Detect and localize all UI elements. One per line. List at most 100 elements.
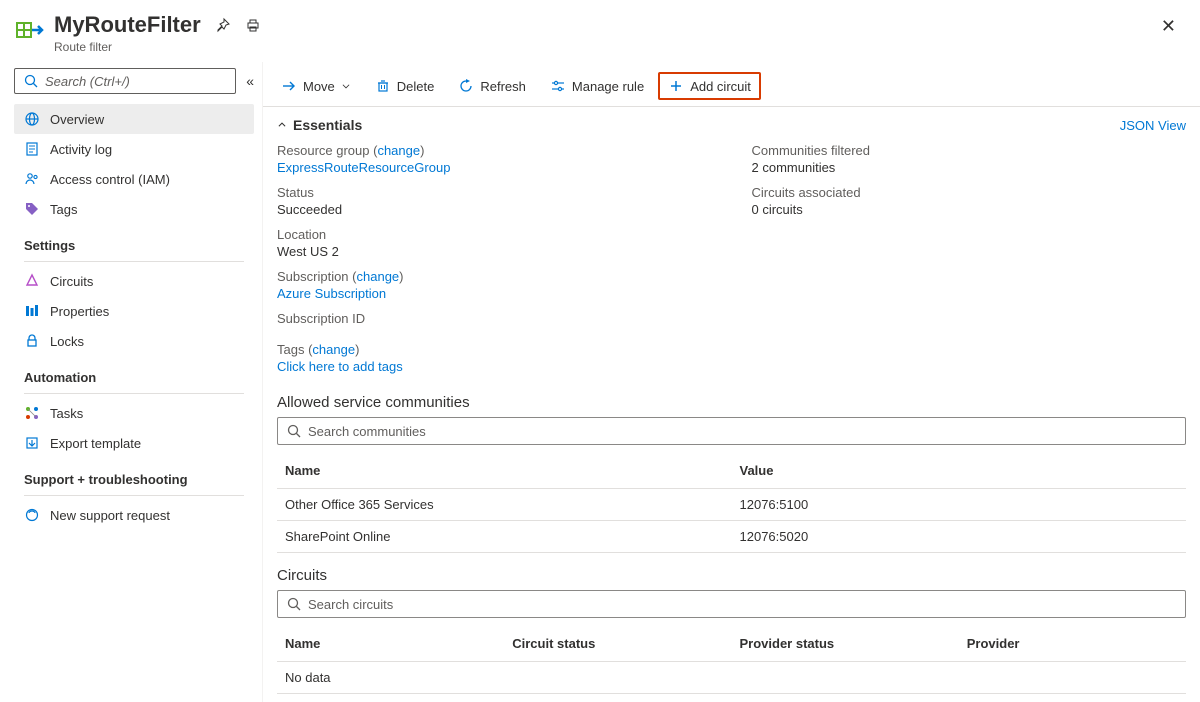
button-label: Move xyxy=(303,79,335,94)
manage-rule-button[interactable]: Manage rule xyxy=(540,72,654,100)
sidebar-item-tags[interactable]: Tags xyxy=(14,194,254,224)
pin-icon[interactable] xyxy=(215,17,231,33)
tags-label: Tags xyxy=(277,342,304,357)
table-row[interactable]: SharePoint Online 12076:5020 xyxy=(277,521,1186,553)
main-content: Move Delete Refresh Manage rule Add circ… xyxy=(262,62,1200,702)
sidebar-item-export-template[interactable]: Export template xyxy=(14,428,254,458)
divider xyxy=(24,393,244,394)
resource-type-icon xyxy=(14,16,46,48)
add-tags-link[interactable]: Click here to add tags xyxy=(277,359,1186,374)
page-title: MyRouteFilter xyxy=(54,12,201,38)
sliders-icon xyxy=(550,78,566,94)
status-label: Status xyxy=(277,185,712,200)
close-icon[interactable]: ✕ xyxy=(1157,12,1180,41)
col-provider-status[interactable]: Provider status xyxy=(732,626,959,662)
change-subscription-link[interactable]: change xyxy=(357,269,400,284)
sidebar-section-automation: Automation xyxy=(14,356,254,391)
divider xyxy=(24,261,244,262)
sidebar-item-label: Locks xyxy=(50,334,84,349)
refresh-icon xyxy=(458,78,474,94)
change-resource-group-link[interactable]: change xyxy=(377,143,420,158)
essentials-title: Essentials xyxy=(293,117,362,133)
sidebar-item-label: Activity log xyxy=(50,142,112,157)
log-icon xyxy=(24,141,40,157)
tag-icon xyxy=(24,201,40,217)
communities-table: Name Value Other Office 365 Services 120… xyxy=(277,453,1186,553)
export-icon xyxy=(24,435,40,451)
sidebar-item-access-control[interactable]: Access control (IAM) xyxy=(14,164,254,194)
sidebar-item-tasks[interactable]: Tasks xyxy=(14,398,254,428)
search-placeholder: Search communities xyxy=(308,424,426,439)
circuits-associated-label: Circuits associated xyxy=(752,185,1187,200)
search-icon xyxy=(286,596,302,612)
move-button[interactable]: Move xyxy=(271,72,361,100)
search-circuits-input[interactable]: Search circuits xyxy=(277,590,1186,618)
circuits-section-title: Circuits xyxy=(263,553,1200,590)
sidebar-item-activity-log[interactable]: Activity log xyxy=(14,134,254,164)
add-circuit-button[interactable]: Add circuit xyxy=(658,72,761,100)
col-name[interactable]: Name xyxy=(277,453,732,489)
col-value[interactable]: Value xyxy=(732,453,1187,489)
sidebar: Search (Ctrl+/) « Overview Activity log … xyxy=(0,62,262,702)
subscription-id-label: Subscription ID xyxy=(277,311,712,326)
blade-header: MyRouteFilter Route filter ✕ xyxy=(0,0,1200,62)
properties-icon xyxy=(24,303,40,319)
sidebar-item-label: Access control (IAM) xyxy=(50,172,170,187)
search-communities-input[interactable]: Search communities xyxy=(277,417,1186,445)
subscription-value[interactable]: Azure Subscription xyxy=(277,286,712,301)
resource-group-value[interactable]: ExpressRouteResourceGroup xyxy=(277,160,712,175)
change-tags-link[interactable]: change xyxy=(312,342,355,357)
collapse-sidebar-icon[interactable]: « xyxy=(246,73,254,89)
chevron-up-icon xyxy=(277,120,287,130)
button-label: Delete xyxy=(397,79,435,94)
sidebar-item-label: Tags xyxy=(50,202,77,217)
location-value: West US 2 xyxy=(277,244,712,259)
delete-button[interactable]: Delete xyxy=(365,72,445,100)
sidebar-item-overview[interactable]: Overview xyxy=(14,104,254,134)
globe-icon xyxy=(24,111,40,127)
support-icon xyxy=(24,507,40,523)
cell-value: 12076:5100 xyxy=(732,489,1187,521)
button-label: Add circuit xyxy=(690,79,751,94)
people-icon xyxy=(24,171,40,187)
sidebar-item-support-request[interactable]: New support request xyxy=(14,500,254,530)
sidebar-item-properties[interactable]: Properties xyxy=(14,296,254,326)
tasks-icon xyxy=(24,405,40,421)
resource-type-label: Route filter xyxy=(54,40,1157,54)
communities-filtered-label: Communities filtered xyxy=(752,143,1187,158)
search-input[interactable]: Search (Ctrl+/) xyxy=(14,68,236,94)
command-bar: Move Delete Refresh Manage rule Add circ… xyxy=(263,62,1200,107)
communities-filtered-value: 2 communities xyxy=(752,160,1187,175)
sidebar-item-circuits[interactable]: Circuits xyxy=(14,266,254,296)
print-icon[interactable] xyxy=(245,17,261,33)
circuits-icon xyxy=(24,273,40,289)
cell-name: SharePoint Online xyxy=(277,521,732,553)
no-data-cell: No data xyxy=(277,662,1186,694)
circuits-associated-value: 0 circuits xyxy=(752,202,1187,217)
trash-icon xyxy=(375,78,391,94)
sidebar-item-label: Circuits xyxy=(50,274,93,289)
search-placeholder: Search (Ctrl+/) xyxy=(45,74,130,89)
chevron-down-icon xyxy=(341,81,351,91)
cell-name: Other Office 365 Services xyxy=(277,489,732,521)
search-placeholder: Search circuits xyxy=(308,597,393,612)
col-name[interactable]: Name xyxy=(277,626,504,662)
divider xyxy=(24,495,244,496)
plus-icon xyxy=(668,78,684,94)
col-circuit-status[interactable]: Circuit status xyxy=(504,626,731,662)
table-row-empty: No data xyxy=(277,662,1186,694)
search-icon xyxy=(286,423,302,439)
sidebar-section-support: Support + troubleshooting xyxy=(14,458,254,493)
refresh-button[interactable]: Refresh xyxy=(448,72,536,100)
location-label: Location xyxy=(277,227,712,242)
sidebar-item-label: Overview xyxy=(50,112,104,127)
sidebar-item-label: Properties xyxy=(50,304,109,319)
sidebar-item-label: Export template xyxy=(50,436,141,451)
table-row[interactable]: Other Office 365 Services 12076:5100 xyxy=(277,489,1186,521)
col-provider[interactable]: Provider xyxy=(959,626,1186,662)
json-view-link[interactable]: JSON View xyxy=(1120,118,1186,133)
sidebar-item-locks[interactable]: Locks xyxy=(14,326,254,356)
essentials-toggle[interactable]: Essentials xyxy=(277,117,362,133)
circuits-table: Name Circuit status Provider status Prov… xyxy=(277,626,1186,694)
lock-icon xyxy=(24,333,40,349)
